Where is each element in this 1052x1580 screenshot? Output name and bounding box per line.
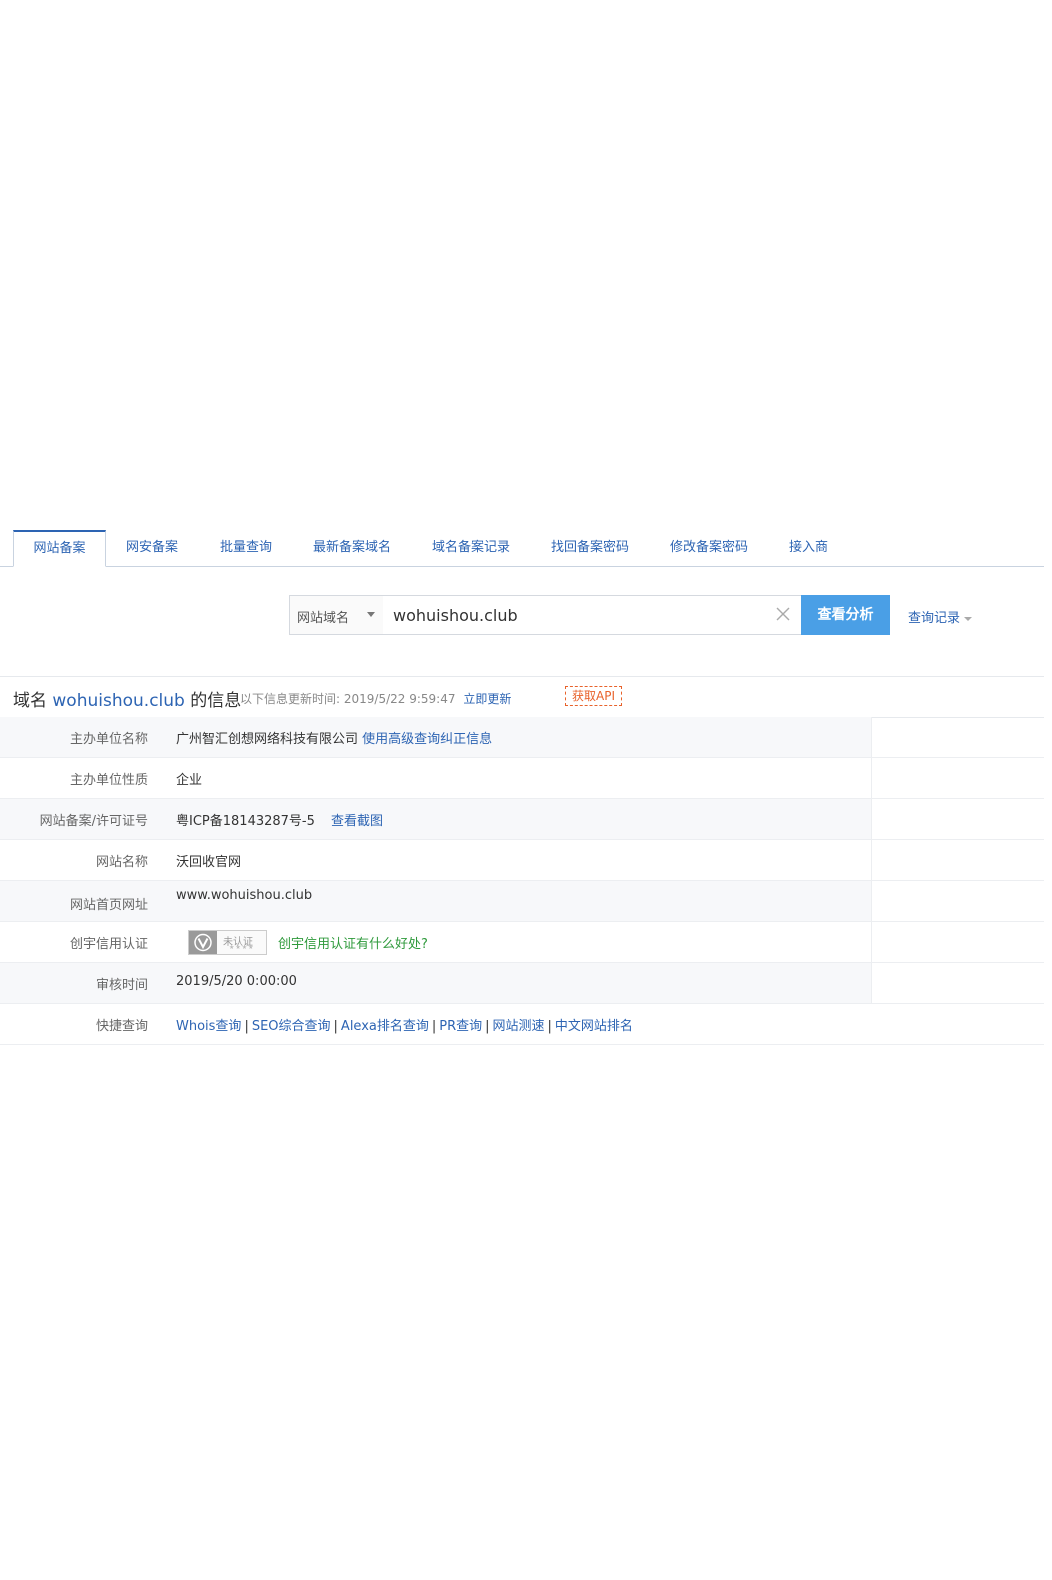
whois-link[interactable]: Whois查询 <box>176 1019 241 1034</box>
tab-batch-query[interactable]: 批量查询 <box>220 530 272 566</box>
sponsor-type-value: 企业 <box>176 773 203 788</box>
separator: | <box>485 1019 490 1034</box>
license-value: 粤ICP备18143287号-5 <box>176 814 315 829</box>
credit-benefits-link[interactable]: 创宇信用认证有什么好处? <box>278 933 428 952</box>
table-row: 审核时间 2019/5/20 0:00:00 <box>0 963 1044 1004</box>
separator: | <box>547 1019 552 1034</box>
table-row: 网站首页网址 www.wohuishou.club <box>0 881 1044 922</box>
refresh-link[interactable]: 立即更新 <box>463 692 511 706</box>
view-screenshot-link[interactable]: 查看截图 <box>331 814 383 829</box>
separator: | <box>333 1019 338 1034</box>
row-value: 粤ICP备18143287号-5 查看截图 <box>176 810 383 829</box>
search-input[interactable] <box>383 595 822 635</box>
certification-badge[interactable]: 未认证 ★★★★ <box>188 930 267 955</box>
search-type-select[interactable]: 网站域名 <box>289 595 385 635</box>
tab-police-record[interactable]: 网安备案 <box>126 530 178 566</box>
row-label: 网站首页网址 <box>69 898 148 913</box>
table-row: 快捷查询 Whois查询 | SEO综合查询 | Alexa排名查询 | PR查询 | 网站测速… <box>0 1004 1044 1045</box>
table-row: 网站名称 沃回收官网 <box>0 840 1044 881</box>
query-history-dropdown[interactable]: 查询记录 <box>908 607 973 626</box>
star-rating: ★★★★ <box>229 944 255 951</box>
row-label: 审核时间 <box>95 978 148 993</box>
update-time: 2019/5/22 9:59:47 <box>343 692 456 706</box>
title-suffix: 的信息 <box>190 691 242 711</box>
review-time-value: 2019/5/20 0:00:00 <box>176 974 297 989</box>
row-label: 创宇信用认证 <box>69 937 148 952</box>
speed-test-link[interactable]: 网站测速 <box>493 1019 545 1034</box>
tab-bar: 网站备案 网安备案 批量查询 最新备案域名 域名备案记录 找回备案密码 修改备案… <box>0 530 1044 567</box>
alexa-link[interactable]: Alexa排名查询 <box>341 1019 429 1034</box>
pr-link[interactable]: PR查询 <box>439 1019 482 1034</box>
info-header: 域名 wohuishou.club 的信息 以下信息更新时间: 2019/5/2… <box>0 676 1044 718</box>
seo-link[interactable]: SEO综合查询 <box>252 1019 331 1034</box>
search-button[interactable]: 查看分析 <box>801 595 890 635</box>
table-row: 网站备案/许可证号 粤ICP备18143287号-5 查看截图 <box>0 799 1044 840</box>
row-value: 广州智汇创想网络科技有限公司 使用高级查询纠正信息 <box>176 728 492 747</box>
quick-links: Whois查询 | SEO综合查询 | Alexa排名查询 | PR查询 | 网站测速 | 中文网站… <box>176 1015 633 1034</box>
close-icon[interactable] <box>773 604 793 624</box>
chevron-down-icon <box>964 616 973 621</box>
advanced-query-link[interactable]: 使用高级查询纠正信息 <box>362 732 492 747</box>
table-row: 主办单位名称 广州智汇创想网络科技有限公司 使用高级查询纠正信息 <box>0 717 1044 758</box>
row-label: 网站名称 <box>95 855 148 870</box>
chinese-rank-link[interactable]: 中文网站排名 <box>555 1019 633 1034</box>
get-api-button[interactable]: 获取API <box>565 686 622 706</box>
table-row: 创宇信用认证 未认证 ★★★★ 创宇信用认证有什么好处? <box>0 922 1044 963</box>
row-label: 主办单位性质 <box>69 773 148 788</box>
chevron-down-icon <box>367 612 375 617</box>
tab-site-record[interactable]: 网站备案 <box>13 530 106 567</box>
info-table: 主办单位名称 广州智汇创想网络科技有限公司 使用高级查询纠正信息 主办单位性质 … <box>0 717 1044 1045</box>
page-title: 域名 wohuishou.club 的信息 <box>13 686 241 711</box>
verified-v-icon <box>189 931 217 954</box>
tab-access-provider[interactable]: 接入商 <box>789 530 828 566</box>
separator: | <box>431 1019 437 1034</box>
row-label: 网站备案/许可证号 <box>39 814 148 829</box>
search-type-label: 网站域名 <box>297 611 350 626</box>
table-row: 主办单位性质 企业 <box>0 758 1044 799</box>
query-history-label: 查询记录 <box>908 611 961 626</box>
update-info: 以下信息更新时间: 2019/5/22 9:59:47 立即更新 <box>240 690 511 707</box>
separator: | <box>244 1019 249 1034</box>
tab-recover-password[interactable]: 找回备案密码 <box>551 530 629 566</box>
update-prefix: 以下信息更新时间: <box>240 692 341 706</box>
row-label: 主办单位名称 <box>69 732 148 747</box>
row-label: 快捷查询 <box>95 1019 148 1034</box>
homepage-value: www.wohuishou.club <box>176 888 313 903</box>
title-prefix: 域名 <box>13 691 47 711</box>
tab-latest-domains[interactable]: 最新备案域名 <box>313 530 391 566</box>
tab-domain-records[interactable]: 域名备案记录 <box>432 530 510 566</box>
title-domain: wohuishou.club <box>52 691 185 711</box>
tab-change-password[interactable]: 修改备案密码 <box>670 530 748 566</box>
site-name-value: 沃回收官网 <box>176 855 242 870</box>
sponsor-name-value: 广州智汇创想网络科技有限公司 <box>176 732 359 747</box>
